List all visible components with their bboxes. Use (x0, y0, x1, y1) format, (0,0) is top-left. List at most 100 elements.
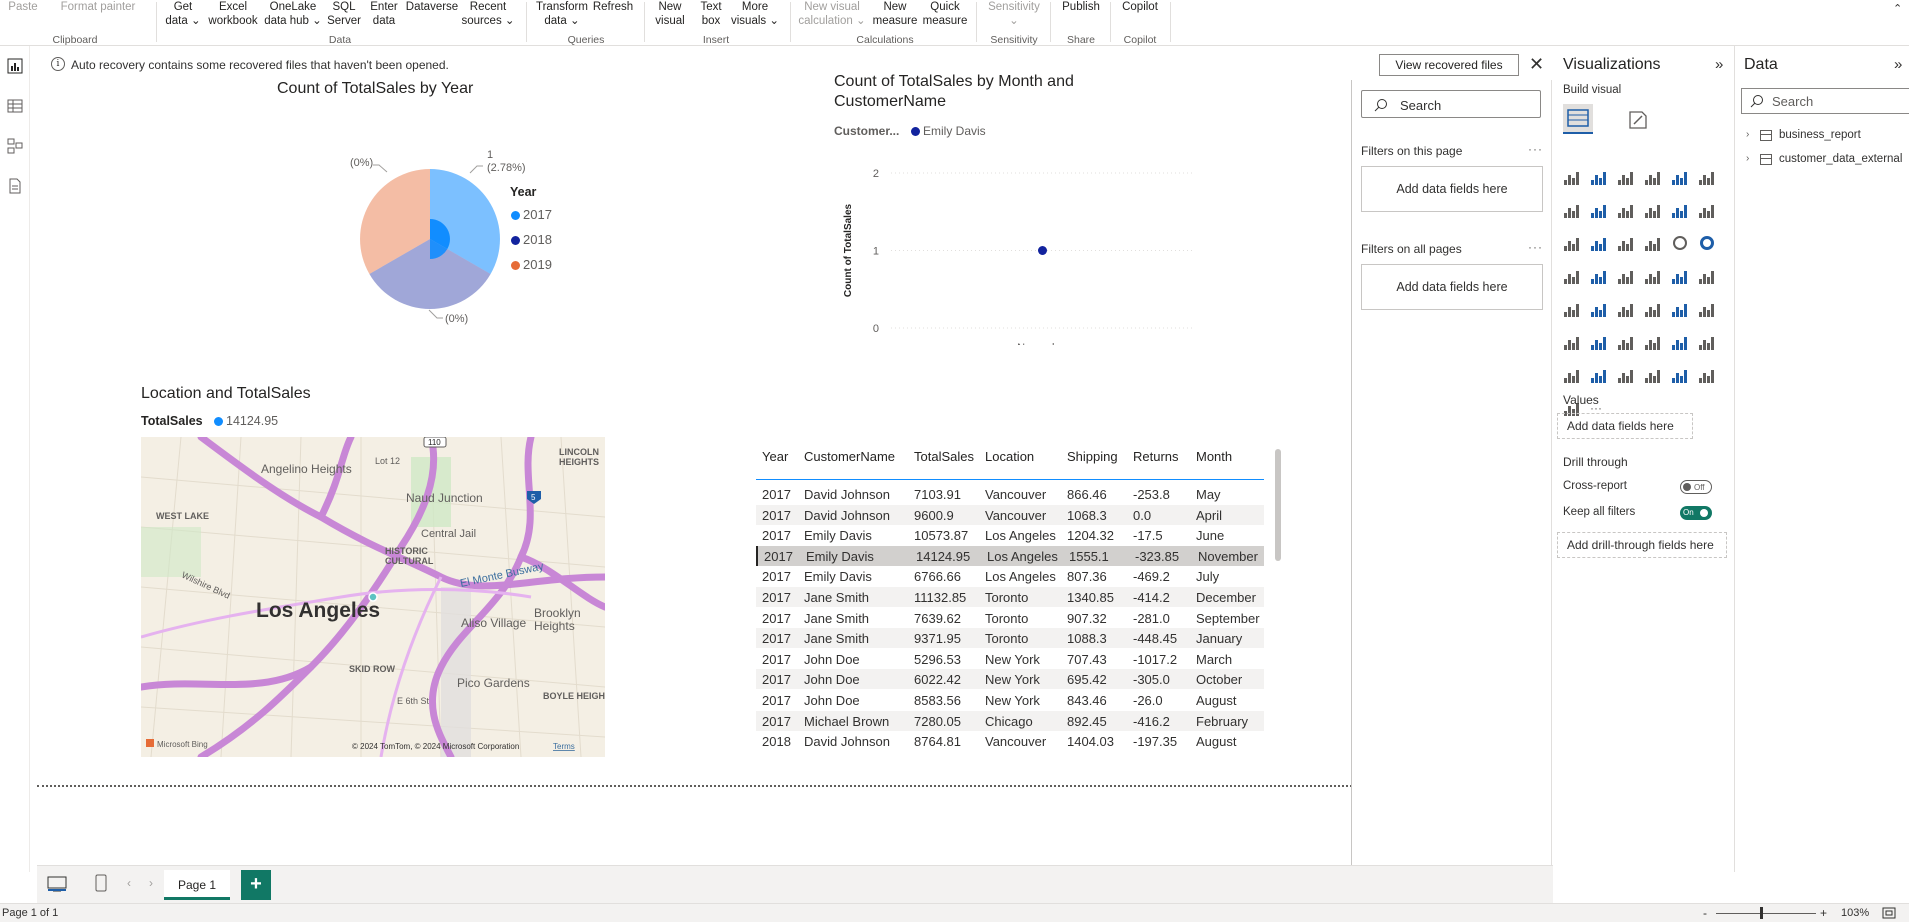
view-recovered-files-button[interactable]: View recovered files (1379, 54, 1519, 76)
sensitivity-button[interactable]: Sensitivity ⌄ (984, 0, 1044, 28)
line-visual-icon[interactable] (1563, 203, 1581, 219)
table-row[interactable]: 2018 David Johnson 8764.81 Vancouver 1404.03… (756, 731, 1264, 751)
stacked-bar-visual-icon[interactable] (1563, 170, 1581, 186)
add-page-button[interactable]: + (241, 870, 271, 900)
pie-legend-item[interactable]: 2019 (511, 257, 552, 272)
arcgis-visual-icon[interactable] (1644, 368, 1662, 384)
new-visual-calc-button[interactable]: New visual calculation ⌄ (796, 0, 868, 28)
cross-report-toggle[interactable]: Off (1680, 480, 1712, 494)
more-options-icon[interactable]: ··· (1528, 240, 1543, 254)
matrix-visual-icon[interactable] (1671, 302, 1689, 318)
area-visual-icon[interactable] (1590, 203, 1608, 219)
more-visuals-button[interactable]: More visuals ⌄ (730, 0, 780, 28)
line-stacked-column-visual-icon[interactable] (1671, 203, 1689, 219)
zoom-slider-thumb[interactable] (1760, 907, 1763, 919)
table-scrollbar[interactable] (1275, 449, 1281, 561)
zoom-out-icon[interactable]: - (1703, 906, 1707, 920)
multi-row-card-visual-icon[interactable] (1563, 302, 1581, 318)
key-influencers-visual-icon[interactable] (1590, 335, 1608, 351)
100-stacked-column-visual-icon[interactable] (1698, 170, 1716, 186)
drill-through-well[interactable]: Add drill-through fields here (1557, 532, 1727, 558)
collapse-ribbon-icon[interactable]: ⌃ (1893, 2, 1902, 15)
decomposition-tree-visual-icon[interactable] (1617, 335, 1635, 351)
fit-to-page-icon[interactable] (1882, 907, 1896, 919)
funnel-visual-icon[interactable] (1617, 236, 1635, 252)
table-row[interactable]: 2017 David Johnson 7103.91 Vancouver 866.46 -… (756, 484, 1264, 504)
gauge-visual-icon[interactable] (1671, 269, 1689, 285)
desktop-layout-icon[interactable] (47, 876, 67, 892)
transform-data-button[interactable]: Transform data ⌄ (534, 0, 590, 28)
filters-all-pages-well[interactable]: Add data fields here (1361, 264, 1543, 310)
column-header[interactable]: TotalSales (914, 449, 974, 464)
onelake-data-hub-button[interactable]: OneLake data hub ⌄ (262, 0, 324, 28)
ribbon-chart-visual-icon[interactable] (1563, 236, 1581, 252)
data-table-item[interactable]: › customer_data_external (1742, 152, 1909, 172)
pie-visual-icon[interactable] (1671, 236, 1689, 252)
stacked-column-visual-icon[interactable] (1590, 170, 1608, 186)
build-visual-tab[interactable] (1563, 104, 1593, 134)
new-visual-button[interactable]: New visual (652, 0, 688, 28)
copilot-button[interactable]: Copilot (1118, 0, 1162, 14)
r-visual-visual-icon[interactable] (1698, 302, 1716, 318)
table-row[interactable]: 2017 Michael Brown 7280.05 Chicago 892.45 -41… (756, 710, 1264, 731)
power-apps-visual-icon[interactable] (1590, 368, 1608, 384)
enter-data-button[interactable]: Enter data (366, 0, 402, 28)
format-visual-icon[interactable] (1626, 108, 1650, 132)
more-options-icon[interactable]: ··· (1528, 142, 1543, 156)
excel-workbook-button[interactable]: Excel workbook (206, 0, 260, 28)
table-row[interactable]: 2017 John Doe 8583.56 New York 843.46 -26.0 Au… (756, 690, 1264, 710)
zoom-slider[interactable] (1716, 913, 1816, 914)
card-visual-icon[interactable] (1698, 269, 1716, 285)
column-header[interactable]: CustomerName (804, 449, 895, 464)
python-visual-visual-icon[interactable] (1563, 335, 1581, 351)
publish-button[interactable]: Publish (1058, 0, 1104, 14)
scatter-visual-icon[interactable] (1644, 236, 1662, 252)
slicer-visual-icon[interactable] (1617, 302, 1635, 318)
table-row[interactable]: 2017 David Johnson 9600.9 Vancouver 1068.3 0.… (756, 504, 1264, 525)
table-row[interactable]: 2017 John Doe 6022.42 New York 695.42 -305.0 O… (756, 669, 1264, 690)
scroll-right-icon[interactable]: › (149, 876, 153, 890)
table-row[interactable]: 2017 Emily Davis 10573.87 Los Angeles 1204.3… (756, 525, 1264, 545)
filters-search-input[interactable]: Search (1361, 90, 1541, 118)
kpi-visual-icon[interactable] (1590, 302, 1608, 318)
power-automate-visual-icon[interactable] (1617, 368, 1635, 384)
chevron-right-icon[interactable]: › (1746, 153, 1749, 164)
zoom-in-icon[interactable]: + (1820, 906, 1827, 920)
table-row[interactable]: 2017 John Doe 5296.53 New York 707.43 -1017.2… (756, 649, 1264, 669)
diamond-visual-icon[interactable] (1671, 368, 1689, 384)
keep-all-filters-toggle[interactable]: On (1680, 506, 1712, 520)
clustered-column-visual-icon[interactable] (1644, 170, 1662, 186)
column-header[interactable]: Returns (1133, 449, 1179, 464)
format-painter-button[interactable]: Format painter (46, 0, 150, 14)
azure-map-visual-icon[interactable] (1644, 269, 1662, 285)
column-header[interactable]: Year (762, 449, 788, 464)
close-icon[interactable]: ✕ (1529, 54, 1544, 74)
table-visual-icon[interactable] (1644, 302, 1662, 318)
column-header[interactable]: Month (1196, 449, 1232, 464)
refresh-button[interactable]: Refresh (590, 0, 636, 14)
data-point[interactable] (1038, 246, 1047, 255)
stacked-area-visual-icon[interactable] (1617, 203, 1635, 219)
model-view-icon[interactable] (7, 138, 23, 154)
new-measure-button[interactable]: New measure (870, 0, 920, 28)
report-view-icon[interactable] (7, 58, 23, 74)
table-row[interactable]: 2017 Emily Davis 14124.95 Los Angeles 1555.1… (756, 545, 1264, 566)
table-row[interactable]: 2017 Jane Smith 11132.85 Toronto 1340.85 -414… (756, 587, 1264, 607)
sql-server-button[interactable]: SQL Server (326, 0, 362, 28)
table-row[interactable]: 2017 Emily Davis 6766.66 Los Angeles 807.36 -… (756, 566, 1264, 586)
clustered-bar-visual-icon[interactable] (1617, 170, 1635, 186)
line-clustered-column-visual-icon[interactable] (1698, 203, 1716, 219)
paste-button[interactable]: Paste (0, 0, 46, 14)
100-stacked-bar-visual-icon[interactable] (1671, 170, 1689, 186)
filled-map-visual-icon[interactable] (1617, 269, 1635, 285)
pie-legend-item[interactable]: 2017 (511, 207, 552, 222)
table-row[interactable]: 2017 Jane Smith 7639.62 Toronto 907.32 -281.0… (756, 608, 1264, 628)
metrics-visual-icon[interactable] (1698, 335, 1716, 351)
mobile-layout-icon[interactable] (95, 874, 107, 892)
column-header[interactable]: Location (985, 449, 1034, 464)
table-row[interactable]: 2017 Jane Smith 9371.95 Toronto 1088.3 -448.4… (756, 628, 1264, 649)
chevron-visual-icon[interactable] (1698, 368, 1716, 384)
100-stacked-area-visual-icon[interactable] (1644, 203, 1662, 219)
quick-measure-button[interactable]: Quick measure (920, 0, 970, 28)
tab-page-1[interactable]: Page 1 (164, 870, 230, 900)
